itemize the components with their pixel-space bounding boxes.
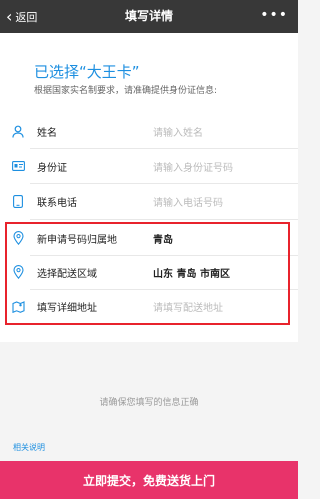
- submit-button[interactable]: 立即提交，免费送货上门: [0, 461, 298, 499]
- phone-input[interactable]: 请输入电话号码: [153, 194, 223, 209]
- chevron-left-icon: ‹: [6, 6, 13, 26]
- divider: [30, 219, 298, 220]
- accuracy-notice: 请确保您填写的信息正确: [99, 398, 199, 408]
- realname-notice: 根据国家实名制要求，请准确提供身份证信息:: [34, 86, 218, 96]
- name-label: 姓名: [37, 127, 57, 139]
- id-card-input[interactable]: 请输入身份证号码: [153, 159, 233, 174]
- phone-label: 联系电话: [37, 197, 77, 209]
- phone-icon: [11, 194, 25, 208]
- id-card-label: 身份证: [37, 162, 67, 174]
- selected-plan-headline: 已选择“大王卡”: [34, 63, 140, 81]
- related-info-link[interactable]: 相关说明: [13, 442, 45, 453]
- id-card-row[interactable]: 身份证 请输入身份证号码: [0, 149, 298, 183]
- more-options-icon[interactable]: •••: [260, 0, 288, 33]
- id-card-icon: [11, 159, 25, 173]
- person-icon: [11, 124, 25, 138]
- highlight-box: [5, 222, 290, 325]
- name-input[interactable]: 请输入姓名: [153, 124, 203, 139]
- back-button[interactable]: ‹ 返回: [6, 0, 37, 33]
- name-row[interactable]: 姓名 请输入姓名: [0, 114, 298, 148]
- back-label: 返回: [15, 10, 38, 24]
- page-title: 填写详情: [124, 9, 173, 23]
- top-bar: ‹ 返回 填写详情 •••: [0, 0, 298, 33]
- phone-row[interactable]: 联系电话 请输入电话号码: [0, 184, 298, 218]
